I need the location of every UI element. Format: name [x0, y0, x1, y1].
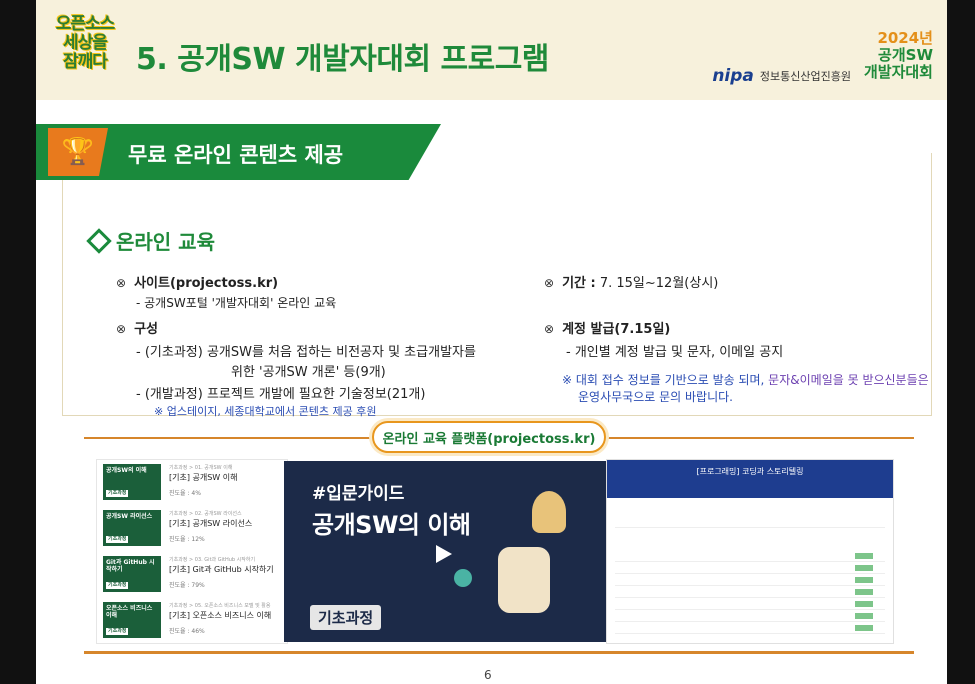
- course-title: [기초] Git과 GitHub 시작하기: [169, 565, 274, 574]
- course-thumb: 오픈소스 비즈니스 이해 기초과정: [103, 602, 161, 638]
- account-item: ⊗ 계정 발급(7.15일): [544, 318, 670, 337]
- intro-video-screenshot[interactable]: #입문가이드 공개SW의 이해 기초과정: [284, 461, 606, 642]
- period-item: ⊗ 기간 : 7. 15일~12월(상시): [544, 272, 718, 291]
- edu-title: 온라인 교육: [116, 230, 215, 254]
- account-note-b: 문자&이메일을 못 받으신분들은: [768, 373, 929, 387]
- diamond-bullet-icon: [86, 227, 112, 254]
- course-thumb: 공개SW 라이선스 기초과정: [103, 510, 161, 546]
- video-tag: #입문가이드: [312, 484, 405, 504]
- period-label: 기간 :: [562, 276, 596, 291]
- dev-course-line: - (개발과정) 프로젝트 개발에 필요한 기술정보(21개): [136, 387, 426, 402]
- account-note-line-2: 운영사무국으로 문의 바랍니다.: [578, 390, 733, 404]
- course-progress: 진도율 : 46%: [169, 628, 205, 635]
- course-title: [기초] 오픈소스 비즈니스 이해: [169, 611, 272, 620]
- portal-table-row: [615, 588, 885, 598]
- logo-line-1: 오픈소스: [55, 13, 116, 34]
- brand-block: 2024년 공개SW 개발자대회: [864, 30, 933, 81]
- check-icon: ⊗: [544, 322, 555, 336]
- section-title: 무료 온라인 콘텐츠 제공: [128, 143, 344, 167]
- illustration-person: [532, 491, 566, 533]
- play-icon[interactable]: [436, 545, 452, 563]
- course-progress: 진도율 : 79%: [169, 582, 205, 589]
- section-banner: 🏆 무료 온라인 콘텐츠 제공: [36, 124, 441, 180]
- video-title: 공개SW의 이해: [312, 511, 471, 539]
- portal-progress-row: [615, 518, 885, 528]
- basic-course-line-1: - (기초과정) 공개SW를 처음 접하는 비전공자 및 초급개발자를: [136, 345, 476, 360]
- site-item: ⊗ 사이트(projectoss.kr): [116, 272, 278, 291]
- slide-header: 오픈소스 세상을 잠깨다 5. 공개SW 개발자대회 프로그램 2024년 공개…: [36, 0, 947, 100]
- course-title: [기초] 공개SW 라이선스: [169, 519, 253, 528]
- course-progress: 진도율 : 4%: [169, 490, 201, 497]
- basic-course-line-2: 위한 '공개SW 개론' 등(9개): [231, 365, 386, 380]
- course-title: [기초] 공개SW 이해: [169, 473, 238, 482]
- brand-line-2: 개발자대회: [863, 63, 933, 81]
- portal-title: [프로그래밍] 코딩과 스토리텔링: [696, 467, 804, 476]
- edu-heading: 온라인 교육: [86, 226, 215, 255]
- period-value: 7. 15일~12월(상시): [599, 276, 719, 291]
- nipa-org-name: 정보통신산업진흥원: [759, 70, 851, 83]
- course-thumb: 공개SW의 이해 기초과정: [103, 464, 161, 500]
- illustration-gear: [454, 569, 472, 587]
- trophy-icon: 🏆: [48, 128, 108, 176]
- portal-table-row: [615, 600, 885, 610]
- dev-course-note: ※ 업스테이지, 세종대학교에서 콘텐츠 제공 후원: [154, 405, 377, 418]
- account-desc: - 개인별 계정 발급 및 문자, 이메일 공지: [566, 345, 784, 360]
- brand-year: 2024년: [877, 29, 933, 47]
- event-logo: 오픈소스 세상을 잠깨다: [54, 12, 116, 74]
- platform-pill: 온라인 교육 플랫폼(projectoss.kr): [372, 421, 606, 453]
- course-thumb: Git과 GitHub 시작하기 기초과정: [103, 556, 161, 592]
- course-list-screenshot: 공개SW의 이해 기초과정 기초과정 > 01. 공개SW 이해 [기초] 공개S…: [96, 459, 288, 644]
- nipa-mark: nipa: [712, 66, 754, 86]
- slide: 오픈소스 세상을 잠깨다 5. 공개SW 개발자대회 프로그램 2024년 공개…: [36, 0, 947, 684]
- course-item[interactable]: 공개SW 라이선스 기초과정 기초과정 > 02. 공개SW 라이선스 [기초] …: [103, 510, 283, 550]
- video-badge: 기초과정: [310, 605, 382, 630]
- site-desc: - 공개SW포털 '개발자대회' 온라인 교육: [136, 296, 337, 310]
- course-breadcrumb: 기초과정 > 03. Git과 GitHub 시작하기: [169, 557, 256, 563]
- check-icon: ⊗: [116, 276, 127, 290]
- logo-line-2: 세상을: [63, 32, 108, 53]
- course-breadcrumb: 기초과정 > 02. 공개SW 라이선스: [169, 511, 242, 517]
- composition-item: ⊗ 구성: [116, 318, 158, 337]
- brand-line-1: 공개SW: [878, 46, 933, 64]
- page-number: 6: [484, 668, 492, 682]
- account-note-line-1: ※ 대회 접수 정보를 기반으로 발송 되며, 문자&이메일을 못 받으신분들은: [562, 371, 929, 388]
- course-item[interactable]: 공개SW의 이해 기초과정 기초과정 > 01. 공개SW 이해 [기초] 공개S…: [103, 464, 283, 504]
- portal-table-row: [615, 612, 885, 622]
- course-breadcrumb: 기초과정 > 01. 공개SW 이해: [169, 465, 233, 471]
- portal-table-row: [615, 576, 885, 586]
- illustration-person: [498, 547, 550, 613]
- logo-line-3: 잠깨다: [63, 51, 108, 72]
- site-label: 사이트(projectoss.kr): [134, 276, 279, 291]
- portal-table-row: [615, 624, 885, 634]
- slide-title: 5. 공개SW 개발자대회 프로그램: [136, 42, 549, 77]
- course-item[interactable]: 오픈소스 비즈니스 이해 기초과정 기초과정 > 05. 오픈소스 비즈니스 모델…: [103, 602, 283, 642]
- course-breadcrumb: 기초과정 > 05. 오픈소스 비즈니스 모델 및 활용: [169, 603, 271, 609]
- check-icon: ⊗: [116, 322, 127, 336]
- course-portal-screenshot: [프로그래밍] 코딩과 스토리텔링: [606, 459, 894, 644]
- check-icon: ⊗: [544, 276, 555, 290]
- course-item[interactable]: Git과 GitHub 시작하기 기초과정 기초과정 > 03. Git과 Git…: [103, 556, 283, 596]
- composition-label: 구성: [134, 322, 158, 337]
- bottom-divider: [84, 651, 914, 654]
- portal-header: [프로그래밍] 코딩과 스토리텔링: [607, 460, 893, 498]
- account-label: 계정 발급(7.15일): [562, 322, 671, 337]
- course-progress: 진도율 : 12%: [169, 536, 205, 543]
- portal-table-row: [615, 552, 885, 562]
- nipa-logo: nipa 정보통신산업진흥원: [712, 66, 851, 86]
- portal-table-row: [615, 564, 885, 574]
- account-note-a: ※ 대회 접수 정보를 기반으로 발송 되며,: [562, 373, 769, 387]
